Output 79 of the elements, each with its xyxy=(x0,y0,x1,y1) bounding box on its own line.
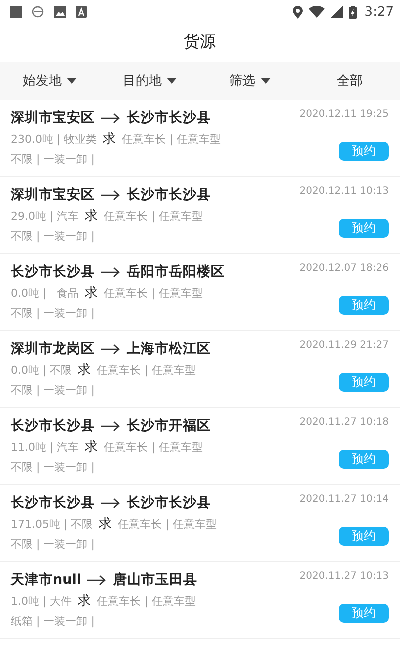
cargo-info: 0.0吨 | 不限 xyxy=(11,362,72,378)
signal-icon xyxy=(330,6,343,18)
destination-city: 长沙市开福区 xyxy=(127,417,211,435)
destination-city: 唐山市玉田县 xyxy=(113,571,198,589)
filter-dropdown[interactable]: 全部 xyxy=(335,70,365,92)
filter-dropdown[interactable]: 目的地 xyxy=(121,70,179,92)
request-label: 求 xyxy=(99,516,112,533)
cargo-info: 0.0吨 | 食品 xyxy=(11,286,80,300)
book-button[interactable]: 预约 xyxy=(339,142,389,161)
vehicle-info: 任意车长 | 任意车型 xyxy=(118,516,217,532)
destination-city: 上海市松江区 xyxy=(127,340,211,358)
cargo-info: 1.0吨 | 大件 xyxy=(11,594,72,608)
terms-info: 不限 | 一装一卸 | xyxy=(11,152,95,166)
origin-city: 深圳市龙岗区 xyxy=(11,340,95,358)
book-button[interactable]: 预约 xyxy=(339,604,389,623)
image-icon xyxy=(54,6,66,18)
caret-icon xyxy=(67,78,77,84)
filter-dropdown[interactable]: 筛选 xyxy=(228,70,272,92)
request-label: 求 xyxy=(85,439,98,456)
vehicle-info: 任意车长 | 任意车型 xyxy=(104,286,203,300)
clock-time: 3:27 xyxy=(364,4,394,20)
destination-city: 长沙市长沙县 xyxy=(127,186,211,204)
vehicle-info: 任意车长 | 任意车型 xyxy=(97,362,196,378)
location-icon xyxy=(292,6,303,18)
request-label: 求 xyxy=(78,362,92,379)
origin-city: 长沙市长沙县 xyxy=(11,263,95,281)
wifi-icon xyxy=(308,6,325,18)
terms-info: 不限 | 一装一卸 | xyxy=(11,460,95,474)
vehicle-info: 任意车长 | 任意车型 xyxy=(104,440,203,454)
cargo-info: 230.0吨 | 牧业类 xyxy=(11,132,98,146)
origin-city: 深圳市宝安区 xyxy=(11,186,95,204)
vehicle-info: 任意车长 | 任意车型 xyxy=(122,132,221,146)
request-label: 求 xyxy=(78,593,92,610)
cargo-info: 171.05吨 | 不限 xyxy=(11,516,94,532)
arrow-icon xyxy=(101,190,121,200)
post-date: 2020.11.27 10:14 xyxy=(300,494,389,505)
book-button[interactable]: 预约 xyxy=(339,450,389,469)
post-date: 2020.12.07 18:26 xyxy=(300,263,389,274)
terms-info: 纸箱 | 一装一卸 | xyxy=(11,614,95,628)
request-label: 求 xyxy=(103,131,116,148)
book-button[interactable]: 预约 xyxy=(339,373,389,392)
post-date: 2020.11.27 10:18 xyxy=(300,417,389,428)
filter-dropdown[interactable]: 始发地 xyxy=(21,70,79,92)
square-icon xyxy=(10,6,22,18)
caret-icon xyxy=(167,78,177,84)
arrow-icon xyxy=(101,267,121,277)
caret-icon xyxy=(260,78,270,84)
cargo-info: 11.0吨 | 汽车 xyxy=(11,440,80,454)
origin-city: 深圳市宝安区 xyxy=(11,109,95,127)
page-title: 货源 xyxy=(184,32,216,52)
request-label: 求 xyxy=(85,208,98,225)
arrow-icon xyxy=(87,575,108,585)
terms-info: 不限 | 一装一卸 | xyxy=(11,228,95,244)
origin-city: 天津市null xyxy=(11,571,82,589)
terms-info: 不限 | 一装一卸 | xyxy=(11,536,95,552)
post-date: 2020.12.11 10:13 xyxy=(300,186,389,197)
book-button[interactable]: 预约 xyxy=(339,296,389,315)
arrow-icon xyxy=(101,344,121,354)
origin-city: 长沙市长沙县 xyxy=(11,417,95,435)
font-icon xyxy=(76,6,87,18)
terms-info: 不限 | 一装一卸 | xyxy=(11,306,95,320)
post-date: 2020.12.11 19:25 xyxy=(300,109,389,120)
destination-city: 长沙市长沙县 xyxy=(127,109,211,127)
arrow-icon xyxy=(101,498,121,508)
book-button[interactable]: 预约 xyxy=(339,527,389,546)
destination-city: 岳阳市岳阳楼区 xyxy=(127,263,225,281)
post-date: 2020.11.27 10:13 xyxy=(300,571,389,582)
vehicle-info: 任意车长 | 任意车型 xyxy=(104,208,203,224)
post-date: 2020.11.29 21:27 xyxy=(300,340,389,351)
arrow-icon xyxy=(101,113,121,123)
request-label: 求 xyxy=(85,285,98,302)
book-button[interactable]: 预约 xyxy=(339,219,389,238)
battery-icon xyxy=(348,6,357,18)
origin-city: 长沙市长沙县 xyxy=(11,494,95,512)
vehicle-info: 任意车长 | 任意车型 xyxy=(97,594,196,608)
cargo-info: 29.0吨 | 汽车 xyxy=(11,208,80,224)
terms-info: 不限 | 一装一卸 | xyxy=(11,382,95,398)
arrow-icon xyxy=(101,421,121,431)
destination-city: 长沙市长沙县 xyxy=(127,494,211,512)
